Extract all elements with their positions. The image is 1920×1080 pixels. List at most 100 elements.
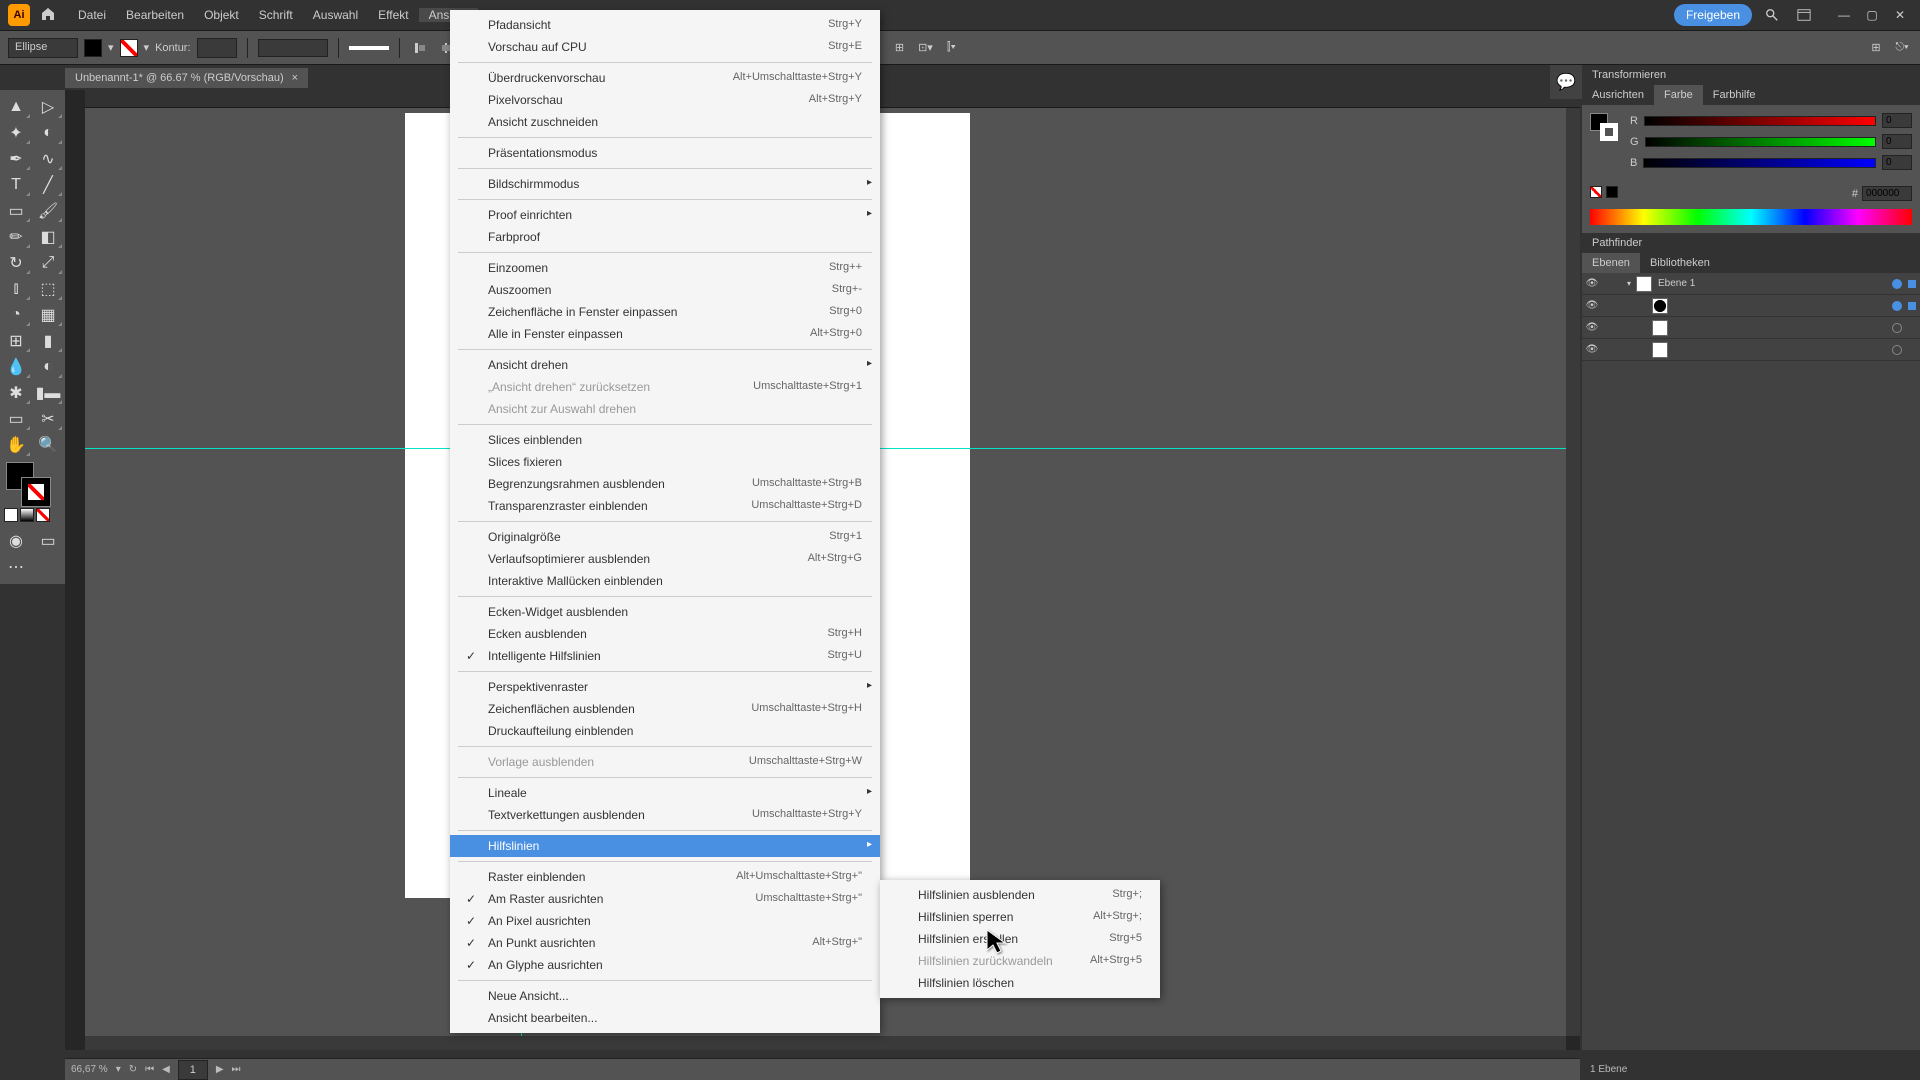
color-mode-icon[interactable] [4,508,18,522]
tab-align[interactable]: Ausrichten [1582,85,1654,105]
nav-last-icon[interactable]: ⏭ [232,1064,241,1075]
artboard-tool-icon[interactable]: ▭ [0,406,32,432]
workspace-icon[interactable]: ⎋▾ [1892,38,1912,58]
menu-item[interactable]: Hilfslinien [450,835,880,857]
r-input[interactable] [1882,113,1912,128]
submenu-item[interactable]: Hilfslinien erstellenStrg+5 [880,928,1160,950]
menu-effekt[interactable]: Effekt [368,8,418,22]
menu-item[interactable]: Neue Ansicht... [450,985,880,1007]
zoom-dropdown-icon[interactable]: ▾ [116,1064,121,1075]
pen-tool-icon[interactable]: ✒ [0,146,32,172]
menu-item[interactable]: Slices fixieren [450,451,880,473]
target-icon[interactable] [1892,301,1902,311]
line-tool-icon[interactable]: ╱ [32,172,64,198]
menu-item[interactable]: Slices einblenden [450,429,880,451]
layer-row[interactable]: 👁 [1582,339,1920,361]
menu-item[interactable]: An Glyphe ausrichten [450,954,880,976]
home-icon[interactable] [40,6,56,25]
target-icon[interactable] [1892,345,1902,355]
minimize-icon[interactable]: — [1832,3,1856,27]
menu-item[interactable]: Bildschirmmodus [450,173,880,195]
selection-tool-icon[interactable]: ▲ [0,94,32,120]
gradient-tool-icon[interactable]: ▮ [32,328,64,354]
tab-color[interactable]: Farbe [1654,85,1703,105]
menu-item[interactable]: ÜberdruckenvorschauAlt+Umschalttaste+Str… [450,67,880,89]
nav-first-icon[interactable]: ⏮ [145,1064,154,1075]
share-button[interactable]: Freigeben [1674,4,1752,26]
menu-item[interactable]: EinzoomenStrg++ [450,257,880,279]
visibility-icon[interactable]: 👁 [1582,300,1602,311]
gradient-mode-icon[interactable] [20,508,34,522]
app-logo[interactable]: Ai [8,4,30,26]
width-tool-icon[interactable]: ⫾ [0,276,32,302]
menu-item[interactable]: Ecken ausblendenStrg+H [450,623,880,645]
g-slider[interactable] [1645,137,1876,147]
b-slider[interactable] [1643,158,1876,168]
menu-item[interactable]: Intelligente HilfslinienStrg+U [450,645,880,667]
b-input[interactable] [1882,155,1912,170]
draw-mode-normal-icon[interactable]: ◉ [0,528,32,554]
stroke-style-preview[interactable] [349,46,389,50]
submenu-item[interactable]: Hilfslinien ausblendenStrg+; [880,884,1160,906]
hex-input[interactable] [1862,186,1912,201]
snap-options-icon[interactable]: ⊡▾ [915,38,935,58]
tab-libraries[interactable]: Bibliotheken [1640,253,1720,273]
menu-item[interactable]: AuszoomenStrg+- [450,279,880,301]
menu-bearbeiten[interactable]: Bearbeiten [116,8,194,22]
tab-color-guide[interactable]: Farbhilfe [1703,85,1766,105]
zoom-level[interactable]: 66,67 % [71,1064,108,1075]
menu-item[interactable]: Vorschau auf CPUStrg+E [450,36,880,58]
brush-preview[interactable] [258,39,328,57]
fill-stroke-indicator[interactable] [1590,113,1620,143]
r-slider[interactable] [1644,116,1876,126]
essentials-icon[interactable]: ⊞ [1866,38,1886,58]
lasso-tool-icon[interactable]: ◐ [32,120,64,146]
menu-item[interactable]: Ecken-Widget ausblenden [450,601,880,623]
page-input[interactable] [178,1060,208,1080]
vertical-scrollbar[interactable] [1566,108,1580,1036]
slice-tool-icon[interactable]: ✂ [32,406,64,432]
stroke-swatch[interactable] [120,39,138,57]
menu-item[interactable]: Transparenzraster einblendenUmschalttast… [450,495,880,517]
shape-type-select[interactable]: Ellipse [8,38,78,58]
arrange-docs-icon[interactable] [1792,3,1816,27]
blend-tool-icon[interactable]: ◐ [32,354,64,380]
maximize-icon[interactable]: ▢ [1860,3,1884,27]
rotate-view-icon[interactable]: ↻ [129,1064,137,1075]
close-icon[interactable]: ✕ [1888,3,1912,27]
menu-item[interactable]: Proof einrichten [450,204,880,226]
visibility-icon[interactable]: 👁 [1582,344,1602,355]
layer-row[interactable]: 👁 [1582,295,1920,317]
stroke-width-input[interactable] [197,38,237,58]
menu-auswahl[interactable]: Auswahl [303,8,368,22]
paintbrush-tool-icon[interactable]: 🖌 [32,198,64,224]
type-tool-icon[interactable]: T [0,172,32,198]
screen-mode-icon[interactable]: ▭ [32,528,64,554]
menu-item[interactable]: An Pixel ausrichten [450,910,880,932]
transform-panel-header[interactable]: Transformieren [1582,65,1920,85]
menu-item[interactable]: Zeichenfläche in Fenster einpassenStrg+0 [450,301,880,323]
menu-objekt[interactable]: Objekt [194,8,249,22]
magic-wand-tool-icon[interactable]: ✦ [0,120,32,146]
menu-item[interactable]: Am Raster ausrichtenUmschalttaste+Strg+" [450,888,880,910]
none-swatch-icon[interactable] [1590,186,1602,198]
stroke-color-swatch[interactable] [22,478,50,506]
menu-item[interactable]: Interaktive Mallücken einblenden [450,570,880,592]
fill-stroke-swatches[interactable] [0,458,65,508]
nav-next-icon[interactable]: ▶ [216,1064,224,1075]
black-swatch-icon[interactable] [1606,186,1618,198]
align-left-icon[interactable] [410,38,430,58]
menu-item[interactable]: Textverkettungen ausblendenUmschalttaste… [450,804,880,826]
rectangle-tool-icon[interactable]: ▭ [0,198,32,224]
menu-item[interactable]: Ansicht bearbeiten... [450,1007,880,1029]
visibility-icon[interactable]: 👁 [1582,322,1602,333]
menu-item[interactable]: OriginalgrößeStrg+1 [450,526,880,548]
menu-item[interactable]: Farbproof [450,226,880,248]
direct-selection-tool-icon[interactable]: ▷ [32,94,64,120]
target-icon[interactable] [1892,279,1902,289]
menu-item[interactable]: Präsentationsmodus [450,142,880,164]
eraser-tool-icon[interactable]: ◧ [32,224,64,250]
stroke-dropdown-icon[interactable]: ▾ [144,41,150,54]
menu-item[interactable]: PfadansichtStrg+Y [450,14,880,36]
fill-dropdown-icon[interactable]: ▾ [108,41,114,54]
